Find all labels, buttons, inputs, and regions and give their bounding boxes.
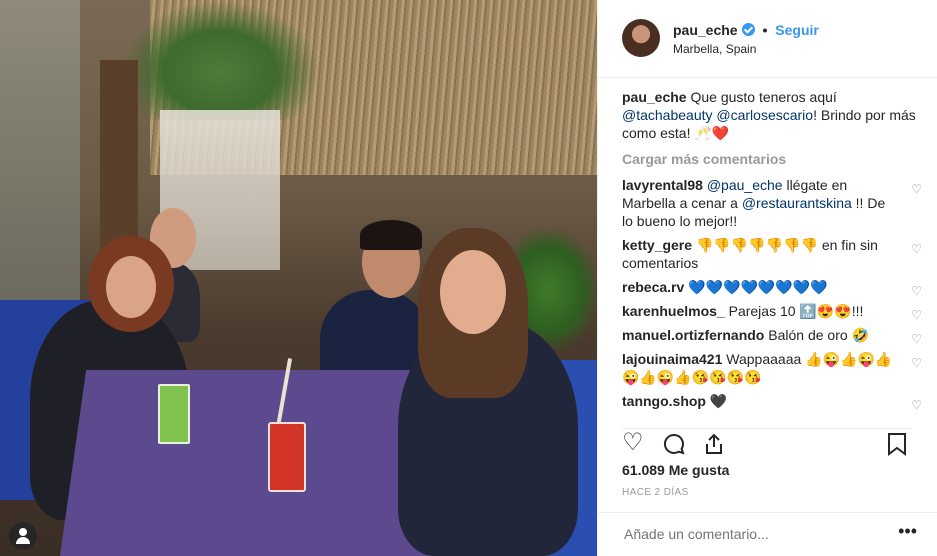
- share-icon[interactable]: [702, 429, 726, 457]
- caption-mention-2[interactable]: @carlosescario: [716, 107, 813, 123]
- comment-mention[interactable]: @pau_eche: [707, 177, 783, 193]
- comment-username[interactable]: manuel.ortizfernando: [622, 327, 764, 343]
- comment-item: tanngo.shop 🖤 ♡: [622, 392, 922, 412]
- comments-section: pau_eche Que gusto teneros aquí @tachabe…: [622, 88, 922, 416]
- comment-like-heart-icon[interactable]: ♡: [911, 180, 922, 198]
- comment-username[interactable]: lavyrental98: [622, 177, 703, 193]
- person-woman-left-face: [106, 256, 156, 318]
- location-link[interactable]: Marbella, Spain: [673, 42, 756, 56]
- header-user-line: pau_eche • Seguir: [673, 22, 819, 38]
- instagram-post: pau_eche • Seguir Marbella, Spain pau_ec…: [0, 0, 937, 556]
- comment-username[interactable]: karenhuelmos_: [622, 303, 725, 319]
- follow-button[interactable]: Seguir: [775, 22, 819, 38]
- comment-like-heart-icon[interactable]: ♡: [911, 354, 922, 372]
- comment-text: Balón de oro 🤣: [768, 327, 869, 343]
- caption-username[interactable]: pau_eche: [622, 89, 687, 105]
- comment-username[interactable]: ketty_gere: [622, 237, 692, 253]
- likes-count[interactable]: 61.089 Me gusta: [622, 462, 729, 478]
- comment-item: lajouinaima421 Wappaaaaa 👍😜👍😜👍😜👍😜👍😘😘😘😘 ♡: [622, 350, 922, 386]
- add-comment-input[interactable]: [622, 525, 876, 543]
- tagged-users-icon[interactable]: [9, 522, 37, 550]
- person-woman-right-face: [440, 250, 506, 334]
- caption-text-1: Que gusto teneros aquí: [690, 89, 837, 105]
- stone-wall: [0, 0, 80, 300]
- comment-item: ketty_gere 👎👎👎👎👎👎👎 en fin sin comentario…: [622, 236, 922, 272]
- heart-outline-icon[interactable]: ♡: [622, 429, 644, 457]
- comment-like-heart-icon[interactable]: ♡: [911, 396, 922, 414]
- bookmark-icon[interactable]: [886, 429, 908, 457]
- comment-username[interactable]: tanngo.shop: [622, 393, 706, 409]
- red-drink: [268, 422, 306, 492]
- post-photo[interactable]: [0, 0, 597, 556]
- comment-item: karenhuelmos_ Parejas 10 🔝😍😍!!! ♡: [622, 302, 922, 322]
- comment-username[interactable]: lajouinaima421: [622, 351, 722, 367]
- post-timestamp: HACE 2 DÍAS: [622, 487, 689, 498]
- load-more-comments-button[interactable]: Cargar más comentarios: [622, 150, 922, 168]
- add-comment-bar: •••: [598, 512, 937, 556]
- comment-like-heart-icon[interactable]: ♡: [911, 282, 922, 300]
- comment-mention[interactable]: @restaurantskina: [742, 195, 852, 211]
- comment-text: Parejas 10 🔝😍😍!!!: [728, 303, 864, 319]
- comment-like-heart-icon[interactable]: ♡: [911, 240, 922, 258]
- green-drink: [158, 384, 190, 444]
- header-separator: •: [762, 22, 768, 38]
- comment-bubble-icon[interactable]: [662, 429, 686, 457]
- post-side-panel: pau_eche • Seguir Marbella, Spain pau_ec…: [597, 0, 937, 556]
- comment-username[interactable]: rebeca.rv: [622, 279, 684, 295]
- comment-like-heart-icon[interactable]: ♡: [911, 306, 922, 324]
- palm-tree: [120, 0, 320, 120]
- post-actions-bar: ♡: [622, 428, 912, 457]
- comment-like-heart-icon[interactable]: ♡: [911, 330, 922, 348]
- comment-item: rebeca.rv 💙💙💙💙💙💙💙💙 ♡: [622, 278, 922, 298]
- person-man-right-hair: [360, 220, 422, 250]
- comment-item: lavyrental98 @pau_eche llégate en Marbel…: [622, 176, 922, 230]
- comment-text: 💙💙💙💙💙💙💙💙: [688, 279, 828, 295]
- profile-avatar[interactable]: [622, 19, 660, 57]
- comment-item: manuel.ortizfernando Balón de oro 🤣 ♡: [622, 326, 922, 346]
- verified-badge-icon: [741, 23, 755, 36]
- more-options-icon[interactable]: •••: [898, 521, 917, 542]
- post-caption: pau_eche Que gusto teneros aquí @tachabe…: [622, 88, 922, 142]
- caption-mention-1[interactable]: @tachabeauty: [622, 107, 713, 123]
- comment-text: 🖤: [709, 393, 728, 409]
- post-header: pau_eche • Seguir Marbella, Spain: [598, 0, 937, 78]
- header-username[interactable]: pau_eche: [673, 22, 738, 38]
